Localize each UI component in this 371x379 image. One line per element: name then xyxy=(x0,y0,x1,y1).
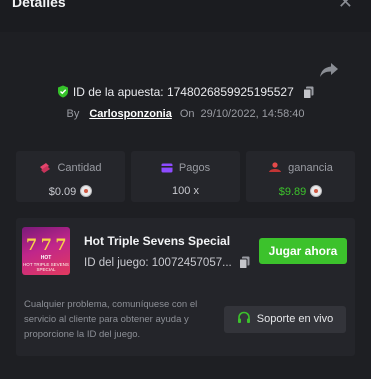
username-link[interactable]: Carlosponzonia xyxy=(89,108,172,120)
game-thumbnail[interactable]: 7 7 7 HOT HOT TRIPLE SEVENS SPECIAL xyxy=(22,227,70,275)
thumb-sevens: 7 7 7 xyxy=(26,235,67,254)
coin-icon xyxy=(80,185,93,197)
headset-icon xyxy=(237,311,250,323)
stat-amount-value: $0.09 xyxy=(48,186,77,198)
game-id-row: ID del juego: 10072457057... xyxy=(84,256,250,269)
by-label: By xyxy=(66,108,80,120)
coins-icon xyxy=(40,163,51,173)
stat-amount: Cantidad $0.09 xyxy=(16,151,125,202)
bet-id-value: 1748026859925195527 xyxy=(166,85,294,99)
game-id: ID del juego: 10072457057... xyxy=(84,257,232,269)
bet-id-label: ID de la apuesta: xyxy=(72,85,164,99)
stat-profit-value: $9.89 xyxy=(278,186,307,198)
stat-payout: Pagos 100 x xyxy=(131,151,240,202)
modal-title: Detalles xyxy=(12,0,66,10)
copy-icon[interactable] xyxy=(303,86,314,99)
stat-amount-label: Cantidad xyxy=(57,162,102,174)
coin-icon xyxy=(310,185,323,197)
shield-check-icon xyxy=(57,85,68,98)
wallet-icon xyxy=(161,163,173,173)
live-support-label: Soporte en vivo xyxy=(256,313,334,325)
close-icon[interactable]: ✕ xyxy=(338,0,353,13)
stat-profit: ganancia $9.89 xyxy=(246,151,355,202)
stat-profit-label: ganancia xyxy=(288,162,333,174)
game-card: 7 7 7 HOT HOT TRIPLE SEVENS SPECIAL Hot … xyxy=(16,218,355,356)
bet-author-row: By Carlosponzonia On 29/10/2022, 14:58:40 xyxy=(0,108,371,120)
modal-header: Detalles ✕ xyxy=(0,0,371,36)
live-support-button[interactable]: Soporte en vivo xyxy=(224,306,346,333)
play-now-button[interactable]: Jugar ahora xyxy=(259,238,347,264)
copy-icon[interactable] xyxy=(238,256,250,269)
bet-datetime: 29/10/2022, 14:58:40 xyxy=(200,108,305,120)
help-text: Cualquier problema, comuníquese con el s… xyxy=(24,299,198,340)
thumb-hot: HOT xyxy=(40,255,52,261)
share-icon[interactable] xyxy=(319,62,339,78)
profit-icon xyxy=(269,162,282,172)
thumb-subtitle: HOT TRIPLE SEVENS SPECIAL xyxy=(23,262,69,272)
game-name: Hot Triple Sevens Special xyxy=(84,234,231,248)
on-label: On xyxy=(179,108,195,120)
stat-payout-label: Pagos xyxy=(178,162,211,174)
bet-id-row: ID de la apuesta: 1748026859925195527 xyxy=(0,85,371,99)
stat-payout-value: 100 x xyxy=(172,185,199,197)
